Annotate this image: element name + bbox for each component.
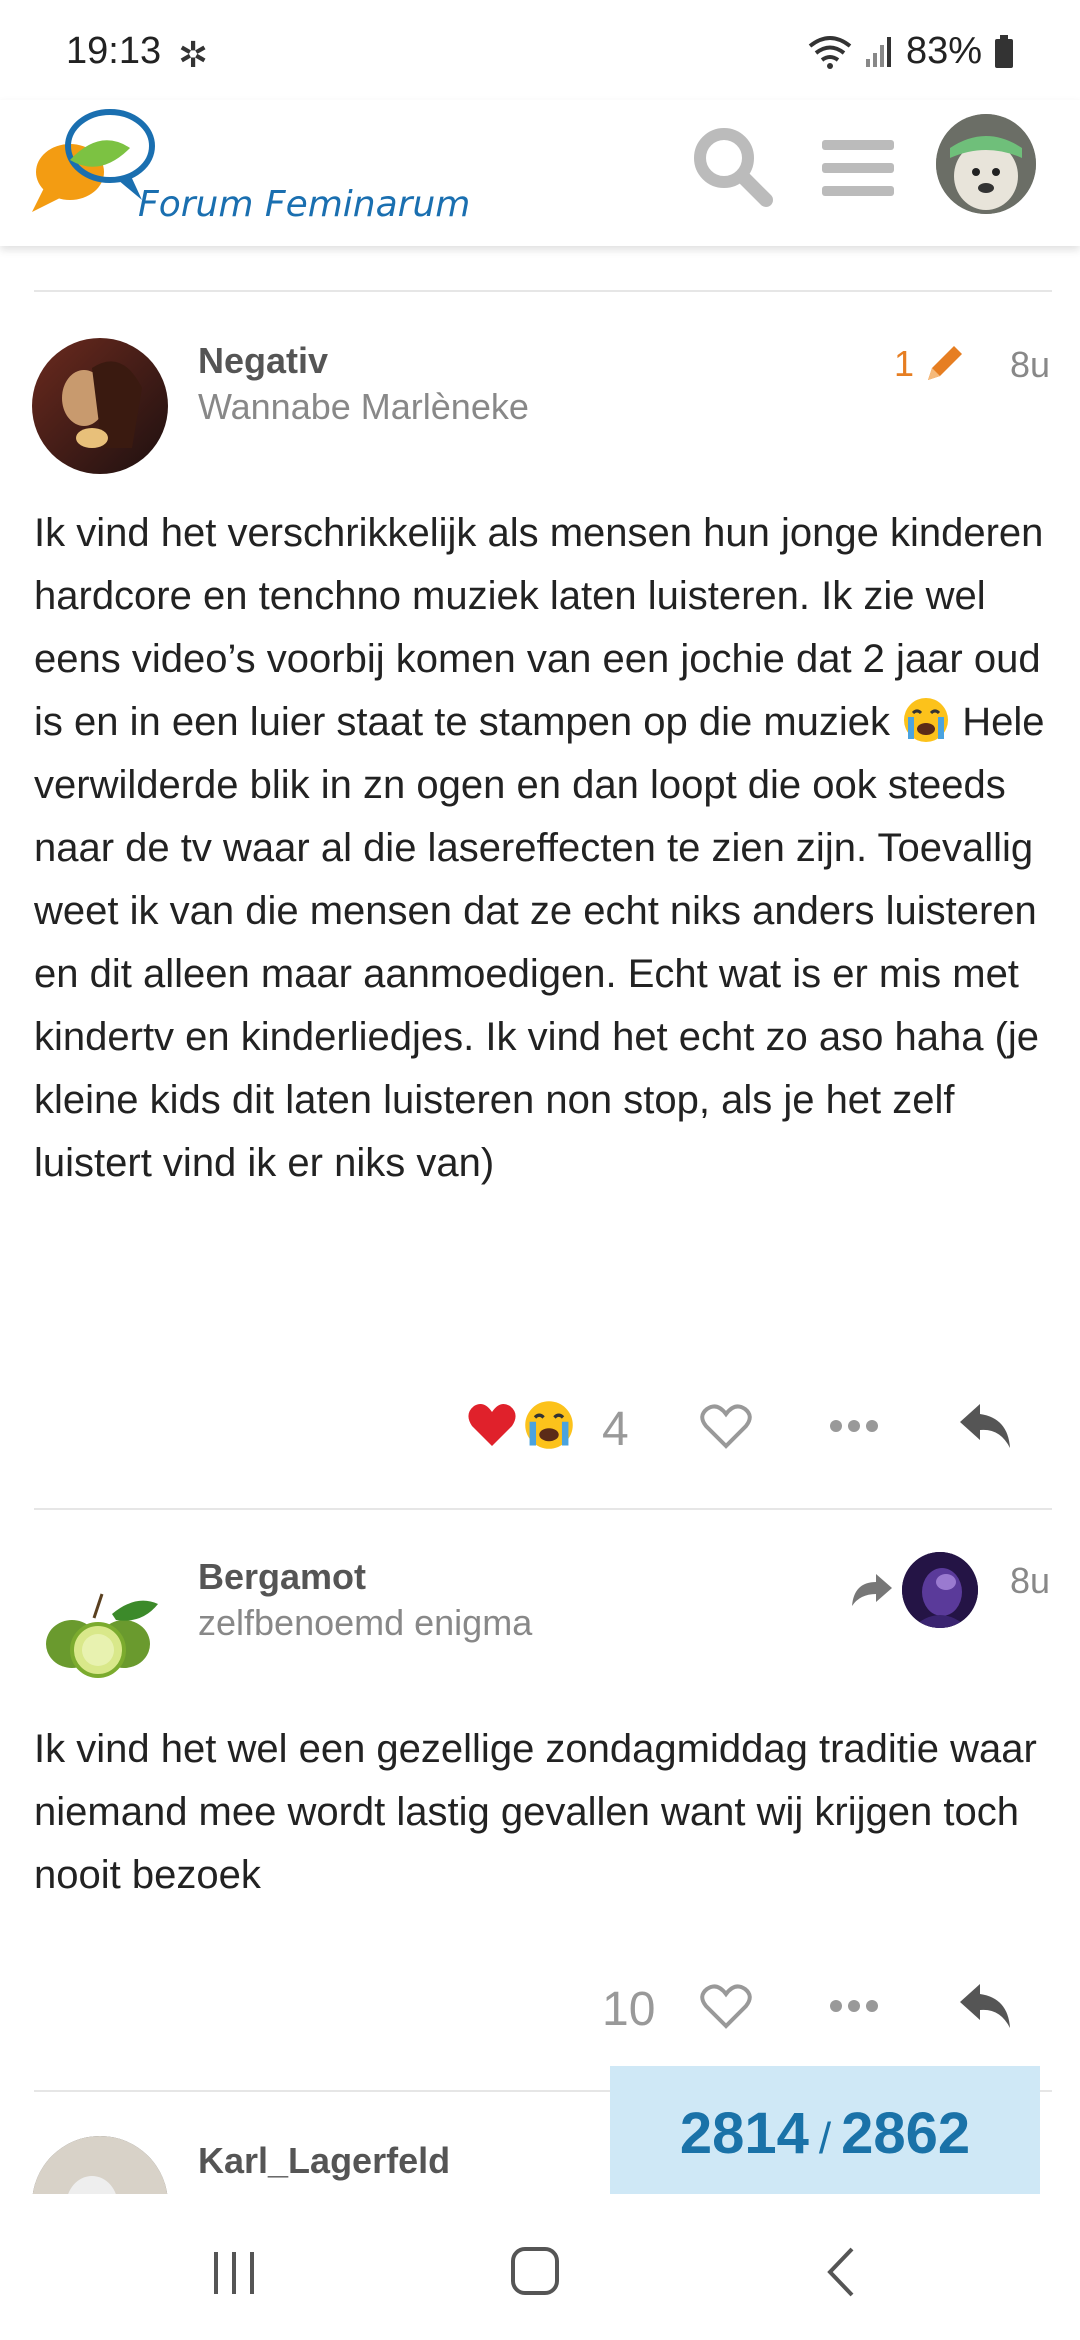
like-heart-icon[interactable] <box>698 1402 754 1452</box>
post-username[interactable]: Negativ <box>198 340 328 382</box>
post-body-text: Ik vind het verschrikkelijk als mensen h… <box>34 511 1044 744</box>
post-time[interactable]: 8u <box>1010 1560 1050 1602</box>
reply-to-arrow-icon[interactable] <box>850 1572 894 1608</box>
site-header: Forum Feminarum <box>0 100 1080 246</box>
post-divider <box>34 290 1052 292</box>
like-heart-icon[interactable] <box>698 1982 754 2032</box>
crying-face-reaction-icon[interactable] <box>522 1398 576 1452</box>
post-body: Ik vind het wel een gezellige zondagmidd… <box>34 1727 1037 1897</box>
post-divider <box>34 1508 1052 1510</box>
reply-to-avatar[interactable] <box>902 1552 978 1628</box>
battery-percent: 83% <box>905 30 982 72</box>
more-options-icon[interactable] <box>828 1418 880 1434</box>
post-actions: 10 <box>0 1968 1080 2048</box>
post-body-text-2: Hele verwilderde blik in zn ogen en dan … <box>34 700 1045 1185</box>
avatar[interactable] <box>32 338 168 474</box>
progress-separator: / <box>818 2114 832 2163</box>
hamburger-menu-icon[interactable] <box>820 130 896 206</box>
battery-icon <box>995 34 1013 68</box>
progress-total: 2862 <box>841 2101 971 2166</box>
recent-apps-icon[interactable] <box>210 2250 258 2296</box>
progress-current: 2814 <box>679 2101 809 2166</box>
status-time: 19:13 <box>66 30 162 72</box>
edit-history[interactable]: 1 <box>894 342 966 386</box>
heart-reaction-icon[interactable] <box>466 1400 518 1450</box>
post-actions: 4 <box>0 1388 1080 1468</box>
like-count[interactable]: 10 <box>602 1982 655 2037</box>
post-user-title: Wannabe Marlèneke <box>198 386 529 427</box>
edit-count: 1 <box>894 343 915 384</box>
post-user-title: zelfbenoemd enigma <box>198 1602 533 1643</box>
current-user-avatar[interactable] <box>936 114 1036 214</box>
wifi-icon <box>808 35 852 69</box>
reply-icon[interactable] <box>958 1982 1014 2030</box>
more-options-icon[interactable] <box>828 1998 880 2014</box>
logo-text: Forum Feminarum <box>138 184 471 225</box>
post-time[interactable]: 8u <box>1010 344 1050 386</box>
crying-face-emoji <box>904 698 949 742</box>
pencil-icon <box>928 346 963 380</box>
status-bar: 19:13 ✲ 83% <box>0 0 1080 100</box>
topic-progress[interactable]: 2814/2862 <box>610 2066 1040 2196</box>
post-username[interactable]: Bergamot <box>198 1556 366 1598</box>
avatar[interactable] <box>32 1554 168 1690</box>
reply-icon[interactable] <box>958 1402 1014 1450</box>
reaction-count[interactable]: 4 <box>602 1402 629 1457</box>
post-body: Ik vind het verschrikkelijk als mensen h… <box>34 502 1054 1195</box>
search-icon[interactable] <box>688 122 776 210</box>
post-username[interactable]: Karl_Lagerfeld <box>198 2140 450 2182</box>
site-logo[interactable]: Forum Feminarum <box>30 104 470 234</box>
back-icon[interactable] <box>826 2246 856 2298</box>
fan-icon: ✲ <box>178 34 209 75</box>
signal-icon <box>865 36 891 67</box>
system-nav-bar <box>0 2194 1080 2340</box>
home-icon[interactable] <box>510 2246 560 2296</box>
